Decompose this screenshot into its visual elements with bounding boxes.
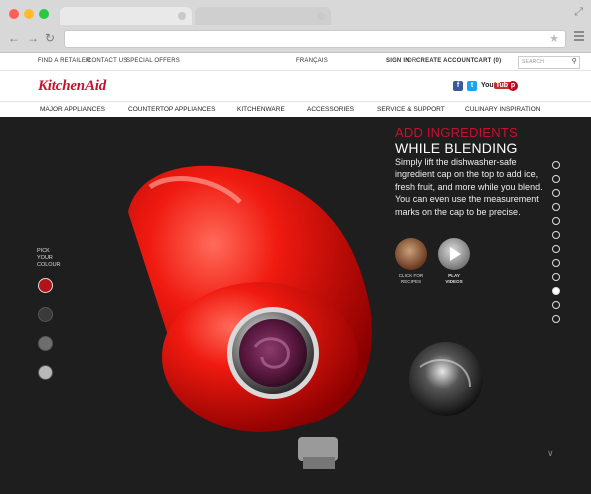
search-input[interactable]: SEARCH ⚲ <box>518 56 580 69</box>
or-text: OR <box>407 58 417 64</box>
pagination-dot[interactable] <box>552 203 560 211</box>
pagination-dot[interactable] <box>552 217 560 225</box>
feature-headline-line2: WHILE BLENDING <box>395 140 518 156</box>
pagination-dot[interactable] <box>552 301 560 309</box>
search-icon[interactable]: ⚲ <box>572 57 577 65</box>
contact-us-link[interactable]: CONTACT US <box>87 58 127 64</box>
pinterest-icon[interactable]: p <box>508 81 518 91</box>
special-offers-link[interactable]: SPECIAL OFFERS <box>126 58 180 64</box>
minimize-window-button[interactable] <box>24 9 34 19</box>
pagination-dot[interactable] <box>552 175 560 183</box>
colour-swatch-red[interactable] <box>38 278 53 293</box>
feature-body: Simply lift the dishwasher-safe ingredie… <box>395 157 543 217</box>
recipes-button[interactable] <box>395 238 427 270</box>
browser-menu-icon[interactable] <box>574 31 584 43</box>
nav-accessories[interactable]: ACCESSORIES <box>307 106 354 113</box>
twitter-icon[interactable]: t <box>467 81 477 91</box>
colour-swatch-silver[interactable] <box>38 365 53 380</box>
reload-icon[interactable]: ↻ <box>45 32 55 44</box>
address-bar[interactable]: ★ <box>64 30 566 48</box>
browser-tab[interactable] <box>195 7 331 25</box>
youtube-text-a: You <box>481 82 494 89</box>
browser-chrome: ⤢ ← → ↻ ★ <box>0 0 591 53</box>
pagination-dot[interactable] <box>552 245 560 253</box>
close-tab-icon[interactable] <box>317 12 325 20</box>
pick-label-line3: COLOUR <box>37 262 61 268</box>
pagination-dot[interactable] <box>552 259 560 267</box>
pick-colour-label: PICK YOUR COLOUR <box>37 248 61 269</box>
nav-kitchenware[interactable]: KITCHENWARE <box>237 106 285 113</box>
cart-link[interactable]: CART (0) <box>474 58 501 64</box>
nav-service-support[interactable]: SERVICE & SUPPORT <box>377 106 445 113</box>
pagination-dot[interactable] <box>552 315 560 323</box>
browser-window: ⤢ ← → ↻ ★ FIND A RETAILER CONTACT US SPE… <box>0 0 591 494</box>
close-window-button[interactable] <box>9 9 19 19</box>
colour-swatch-onyx[interactable] <box>38 307 53 322</box>
recipes-label-line2: RECIPES <box>400 279 422 284</box>
header: KitchenAid f t You Tube p <box>0 70 591 101</box>
browser-tab-active[interactable] <box>60 7 192 25</box>
nav-major-appliances[interactable]: MAJOR APPLIANCES <box>40 106 105 113</box>
maximize-window-button[interactable] <box>39 9 49 19</box>
pagination-dot[interactable] <box>552 273 560 281</box>
find-retailer-link[interactable]: FIND A RETAILER <box>38 58 91 64</box>
pagination-dot[interactable] <box>552 231 560 239</box>
close-tab-icon[interactable] <box>178 12 186 20</box>
fullscreen-icon[interactable]: ⤢ <box>574 6 583 19</box>
create-account-link[interactable]: CREATE ACCOUNT <box>416 58 474 64</box>
videos-label-line2: VIDEOS <box>445 279 463 284</box>
search-placeholder: SEARCH <box>522 59 545 65</box>
videos-label: PLAY VIDEOS <box>433 273 475 285</box>
colour-swatch-grey[interactable] <box>38 336 53 351</box>
facebook-icon[interactable]: f <box>453 81 463 91</box>
utility-bar: FIND A RETAILER CONTACT US SPECIAL OFFER… <box>0 53 591 69</box>
bookmark-star-icon[interactable]: ★ <box>549 32 559 45</box>
recipes-label: CLICK FOR RECIPES <box>390 273 432 285</box>
pagination-dot[interactable] <box>552 287 560 295</box>
pagination-dot[interactable] <box>552 161 560 169</box>
back-arrow-icon[interactable]: ← <box>8 32 20 44</box>
play-icon <box>450 247 461 261</box>
nav-culinary-inspiration[interactable]: CULINARY INSPIRATION <box>465 106 541 113</box>
main-nav: MAJOR APPLIANCES COUNTERTOP APPLIANCES K… <box>0 101 591 118</box>
play-videos-button[interactable] <box>438 238 470 270</box>
product-stage: PICK YOUR COLOUR ADD INGREDIENTS WHILE B… <box>0 117 591 494</box>
scroll-down-chevron-icon[interactable]: ∨ <box>547 448 554 459</box>
nav-countertop-appliances[interactable]: COUNTERTOP APPLIANCES <box>128 106 215 113</box>
forward-arrow-icon[interactable]: → <box>27 32 39 44</box>
pick-label-line2: YOUR <box>37 255 53 261</box>
language-link[interactable]: FRANÇAIS <box>296 58 328 64</box>
slide-pagination <box>552 161 560 329</box>
kitchenaid-logo[interactable]: KitchenAid <box>38 78 106 95</box>
pick-label-line1: PICK <box>37 248 50 254</box>
feature-headline-line1: ADD INGREDIENTS <box>395 125 518 140</box>
pagination-dot[interactable] <box>552 189 560 197</box>
